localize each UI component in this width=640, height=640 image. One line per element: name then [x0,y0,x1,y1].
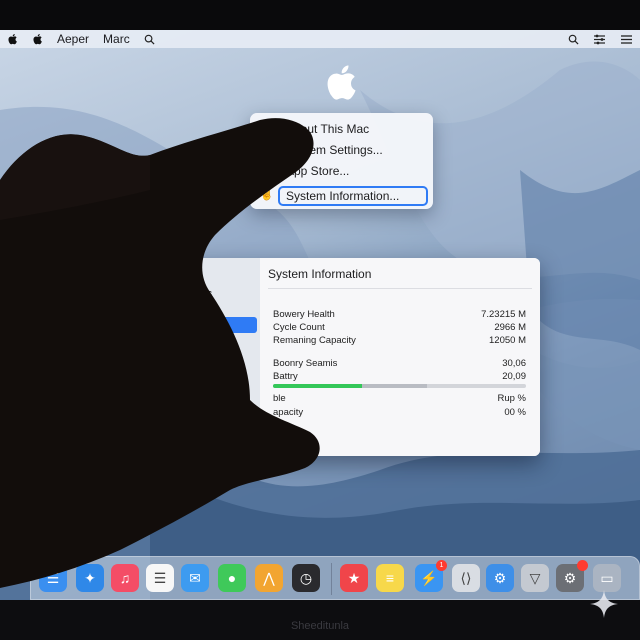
music-icon: ♫ [119,570,131,586]
dock-app-finder[interactable]: ☰ [39,564,67,592]
desktop-screen: Aeper Marc About This Mac System Setting… [0,30,640,600]
notification-badge: 1 [436,560,447,571]
close-button[interactable] [170,268,180,278]
sidebar-item-chomoide[interactable]: Chomoide... [166,382,220,393]
divider [268,288,532,289]
notification-badge [577,560,588,571]
dock-app-trash-alt[interactable]: ▽ [521,564,549,592]
row-value-capacity: 00 % [504,407,526,418]
sparkle-icon [590,590,618,618]
search-icon[interactable] [561,30,586,48]
row-label-battery: Battry [273,371,298,382]
row-label-battery-seams: Boonry Seamis [273,358,338,369]
menu-item-app-store[interactable]: App Store... [286,162,349,180]
news-icon: ★ [347,569,361,586]
menu-item-about-this-mac[interactable]: About This Mac [286,120,369,138]
messages-icon: ● [227,570,237,586]
clock-icon: ◷ [299,569,313,586]
magnifier-icon[interactable] [137,30,162,48]
control-center-icon[interactable] [586,30,613,48]
finder-icon: ☰ [46,569,60,586]
safari-icon: ✦ [84,569,96,586]
pane-title: System Information [268,267,372,281]
row-value-battery-health: 7.23215 M [481,309,526,320]
sidebar-item-fruoins[interactable]: Fruoins [166,396,199,407]
battery-progress-fill [273,384,362,388]
apple-logo-icon[interactable] [322,62,360,102]
apple-logo-icon[interactable] [25,30,50,48]
row-label-battery-health: Bowery Health [273,309,335,320]
sidebar-item-label: Power [168,319,197,330]
dock-app-clock[interactable]: ◷ [292,564,320,592]
dock-app-news[interactable]: ★ [340,564,368,592]
sidebar-item-app-storn[interactable]: App Storn [166,353,210,364]
menu-item-system-settings[interactable]: System Settings... [286,141,383,159]
menu-item-system-information[interactable]: System Information... [278,186,428,206]
row-value-cycle-count: 2966 M [494,322,526,333]
battery-progress-secondary [361,384,428,388]
system-settings-icon: ⚙ [563,569,577,586]
battery-progress-bar [273,384,526,388]
zoom-button[interactable] [189,268,199,278]
dock-app-notes[interactable]: ≡ [376,564,404,592]
dock-app-safari[interactable]: ✦ [76,564,104,592]
sidebar-item-categories[interactable]: Categories [166,306,214,317]
list-icon[interactable] [613,30,640,48]
row-value-ble: Rup % [497,393,526,404]
dock-app-messages[interactable]: ● [218,564,246,592]
menu-item-aeper[interactable]: Aeper [50,30,96,48]
sidebar-header: Categories [159,288,213,300]
row-label-remaining-capacity: Remaning Capacity [273,335,356,346]
dock-app-mail[interactable]: ✉ [181,564,209,592]
dock-app-script-editor[interactable]: ⟨⟩ [452,564,480,592]
dock-app-reminders[interactable]: ☰ [146,564,174,592]
mail-icon: ✉ [189,569,201,586]
dock: ☰ ✦ ♫ ☰ ✉ ● ⋀ ◷ ★ ≡ ⚡ 1 ⟨⟩ ⚙ ▽ ⚙ ▭ [30,556,640,600]
notes-icon: ≡ [385,570,395,586]
monitor-brand-label: Sheeditunla [290,620,350,632]
apple-menu-icon[interactable] [0,30,25,48]
script-editor-icon: ⟨⟩ [460,569,472,586]
dock-app-appstore[interactable]: ⚡ 1 [415,560,447,592]
row-label-capacity: apacity [273,407,304,418]
dock-separator [331,563,332,595]
sidebar-item-atadios[interactable]: Atadios [166,338,199,349]
info-icon: ☝ [260,189,274,201]
row-label-ble: ble [273,393,286,404]
keynote-icon: ⋀ [263,569,275,586]
system-information-window: Categories Categories Power Atadios App … [140,258,540,456]
dock-app-keynote[interactable]: ⋀ [255,564,283,592]
dock-app-system-settings[interactable]: ⚙ [556,560,588,592]
reminders-icon: ☰ [153,569,167,586]
sidebar-item-mo[interactable]: Mo [166,409,180,420]
automator-icon: ⚙ [493,569,507,586]
sidebar-item-marles[interactable]: Marles [166,367,196,378]
row-value-battery-seams: 30,06 [502,358,526,369]
detail-pane: System Information Bowery Health 7.23215… [260,258,540,456]
sidebar-item-power[interactable]: Power [142,317,257,333]
monitor-bezel-top [0,0,640,30]
trash-alt-icon: ▽ [529,569,541,586]
row-label-cycle-count: Cycle Count [273,322,325,333]
menu-bar: Aeper Marc [0,30,640,48]
row-value-remaining-capacity: 12050 M [489,335,526,346]
apple-dropdown-menu: About This Mac System Settings... App St… [250,113,433,209]
dock-app-music[interactable]: ♫ [111,564,139,592]
dock-app-automator[interactable]: ⚙ [486,564,514,592]
row-value-battery: 20,09 [502,371,526,382]
menu-item-marc[interactable]: Marc [96,30,137,48]
sidebar: Categories Categories Power Atadios App … [140,258,260,456]
appstore-icon: ⚡ [420,569,438,586]
downloads-icon: ▭ [600,569,614,586]
